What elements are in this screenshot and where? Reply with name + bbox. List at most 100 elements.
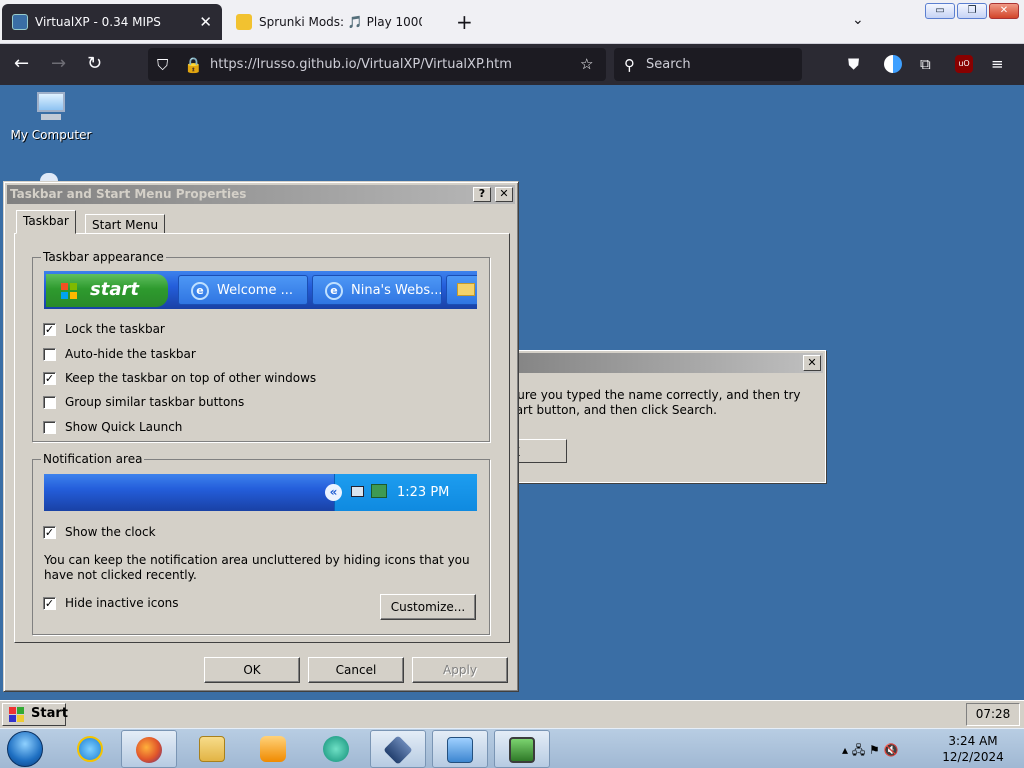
dialog-close-button[interactable]: ✕ (495, 187, 513, 202)
preview-clock: 1:23 PM (397, 485, 450, 500)
checkbox-label: Keep the taskbar on top of other windows (65, 371, 317, 385)
error-dialog-background: ✕ sure you typed the name correctly, and… (486, 350, 826, 483)
browser-tab-strip: VirtualXP - 0.34 MIPS ✕ Sprunki Mods: 🎵 … (0, 0, 1024, 44)
host-clock[interactable]: 3:24 AM 12/2/2024 (932, 733, 1014, 765)
preview-task-folder (446, 275, 477, 305)
checkbox-box[interactable]: ✓ (43, 322, 56, 336)
tab-title: Sprunki Mods: 🎵 Play 1000+ In (259, 15, 422, 29)
pocket-icon[interactable]: ⛊ (848, 55, 859, 73)
error-message: sure you typed the name correctly, and t… (511, 388, 801, 418)
network-monitor-icon[interactable] (494, 730, 550, 768)
quick-launch-checkbox[interactable]: Show Quick Launch (43, 419, 182, 435)
error-line-2: tart button, and then click Search. (511, 403, 717, 417)
reload-icon[interactable]: ↻ (87, 53, 102, 75)
lock-taskbar-checkbox[interactable]: ✓ Lock the taskbar (43, 321, 165, 337)
back-arrow-icon[interactable]: ← (14, 53, 29, 75)
minimize-window-button[interactable]: ▭ (925, 3, 955, 19)
search-input[interactable]: ⚲ Search (614, 48, 802, 81)
container-icon[interactable] (884, 55, 902, 73)
hide-inactive-checkbox[interactable]: ✓ Hide inactive icons (43, 595, 179, 611)
preview-start-label: start (90, 279, 139, 300)
firefox-icon[interactable] (121, 730, 177, 768)
desktop-icon-partial[interactable] (40, 173, 58, 181)
tab-title: VirtualXP - 0.34 MIPS (35, 15, 161, 29)
virtualbox-icon[interactable] (370, 730, 426, 768)
cancel-button[interactable]: Cancel (308, 657, 404, 683)
extensions-icon[interactable]: ⧉ (920, 55, 931, 73)
windows-start-orb-icon[interactable] (7, 731, 43, 767)
close-window-button[interactable]: ✕ (989, 3, 1019, 19)
help-button[interactable]: ? (473, 187, 491, 202)
tab-sprunki[interactable]: Sprunki Mods: 🎵 Play 1000+ In (226, 4, 422, 40)
checkbox-label: Show Quick Launch (65, 420, 183, 434)
dialog-title: Taskbar and Start Menu Properties (10, 187, 247, 201)
ok-button[interactable]: OK (204, 657, 300, 683)
taskbar-preview: start e Welcome ... e Nina's Webs... (44, 271, 477, 309)
menu-icon[interactable]: ≡ (991, 55, 1004, 73)
host-clock-time: 3:24 AM (948, 734, 998, 748)
preview-task-ninas: e Nina's Webs... (312, 275, 442, 305)
notification-area-preview: « 1:23 PM (44, 474, 477, 511)
tab-virtualxp[interactable]: VirtualXP - 0.34 MIPS ✕ (2, 4, 222, 40)
auto-hide-checkbox[interactable]: Auto-hide the taskbar (43, 346, 196, 362)
xp-clock[interactable]: 07:28 (966, 703, 1020, 726)
my-computer-shortcut[interactable]: My Computer (8, 90, 94, 142)
checkbox-box[interactable] (43, 395, 56, 409)
close-icon[interactable]: ✕ (803, 355, 821, 371)
my-computer-label: My Computer (10, 128, 92, 142)
checkbox-label: Auto-hide the taskbar (65, 347, 196, 361)
control-panel-icon[interactable] (432, 730, 488, 768)
preview-start-button: start (46, 274, 168, 307)
checkbox-box[interactable] (43, 420, 56, 434)
checkbox-box[interactable]: ✓ (43, 371, 56, 385)
dialog-titlebar[interactable]: Taskbar and Start Menu Properties ? ✕ (7, 185, 515, 204)
volume-icon (371, 484, 387, 498)
network-icon (351, 486, 364, 497)
apply-button[interactable]: Apply (412, 657, 508, 683)
close-tab-icon[interactable]: ✕ (199, 13, 212, 31)
lock-icon[interactable]: 🔒 (184, 56, 203, 74)
xp-start-button[interactable]: Start (2, 703, 68, 726)
sprunki-favicon-icon (236, 14, 252, 30)
customize-button[interactable]: Customize... (380, 594, 476, 620)
folder-icon (457, 283, 475, 296)
url-text[interactable]: https://lrusso.github.io/VirtualXP/Virtu… (210, 57, 512, 72)
internet-explorer-icon[interactable] (62, 730, 118, 768)
system-tray-icons[interactable]: ▴ 🖧 ⚑ 🔇 (842, 741, 899, 762)
notification-description: You can keep the notification area unclu… (44, 553, 470, 582)
checkbox-box[interactable]: ✓ (43, 525, 56, 539)
preview-tray: « 1:23 PM (325, 474, 477, 511)
ie-icon: e (191, 282, 209, 300)
list-all-tabs-button[interactable]: ⌄ (852, 12, 864, 28)
file-explorer-icon[interactable] (184, 730, 240, 768)
tab-start-menu[interactable]: Start Menu (85, 214, 166, 234)
address-bar[interactable]: ⛉ 🔒 https://lrusso.github.io/VirtualXP/V… (148, 48, 606, 81)
virtualxp-favicon-icon (12, 14, 28, 30)
restore-window-button[interactable]: ❐ (957, 3, 987, 19)
show-clock-checkbox[interactable]: ✓ Show the clock (43, 524, 156, 540)
error-dialog-titlebar (489, 353, 823, 373)
tab-taskbar[interactable]: Taskbar (16, 210, 76, 234)
search-placeholder: Search (646, 57, 691, 72)
media-player-icon[interactable] (245, 730, 301, 768)
computer-icon (31, 90, 71, 124)
group-title: Taskbar appearance (41, 250, 166, 264)
shield-icon[interactable]: ⛉ (157, 56, 168, 74)
checkbox-box[interactable]: ✓ (43, 596, 56, 610)
xp-start-label: Start (31, 706, 68, 721)
teal-app-icon[interactable] (308, 730, 364, 768)
error-line-1: sure you typed the name correctly, and t… (511, 388, 801, 402)
keep-on-top-checkbox[interactable]: ✓ Keep the taskbar on top of other windo… (43, 370, 316, 386)
checkbox-box[interactable] (43, 347, 56, 361)
bookmark-star-icon[interactable]: ☆ (580, 55, 593, 73)
forward-arrow-icon[interactable]: → (51, 53, 66, 75)
group-buttons-checkbox[interactable]: Group similar taskbar buttons (43, 394, 244, 410)
new-tab-button[interactable]: + (456, 10, 473, 34)
browser-toolbar: ← → ↻ ⛉ 🔒 https://lrusso.github.io/Virtu… (0, 44, 1024, 85)
ie-icon: e (325, 282, 343, 300)
search-icon: ⚲ (624, 56, 635, 74)
preview-task-label: Welcome ... (217, 283, 293, 298)
checkbox-label: Hide inactive icons (65, 596, 179, 610)
ublock-icon[interactable]: uO (955, 55, 973, 73)
windows-flag-icon (61, 283, 77, 299)
